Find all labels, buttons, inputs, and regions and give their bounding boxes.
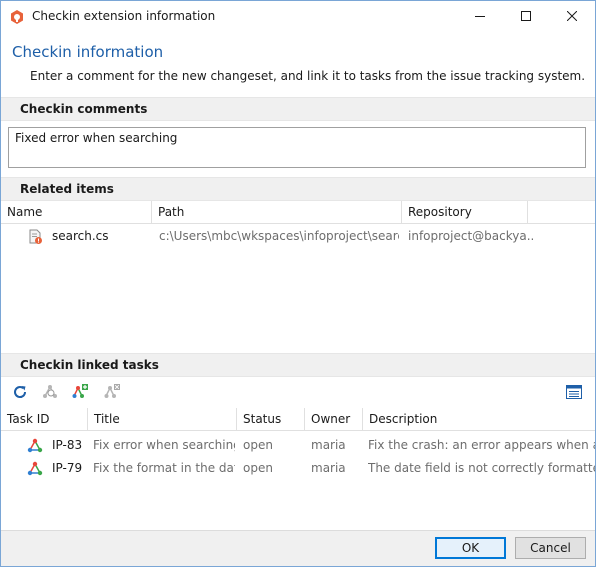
changed-file-icon [28, 229, 44, 248]
task-icon [27, 438, 43, 457]
task-status: open [243, 461, 273, 475]
dialog-footer: OK Cancel [1, 530, 595, 566]
add-task-button[interactable] [69, 381, 91, 403]
task-id: IP-83 [52, 438, 83, 452]
app-logo-icon [11, 10, 23, 24]
close-button[interactable] [549, 1, 595, 31]
comments-section-header: Checkin comments [1, 97, 595, 121]
task-title: Fix error when searching ... [93, 438, 235, 452]
task-title: Fix the format in the date... [93, 461, 235, 475]
maximize-icon [521, 11, 531, 21]
task-row[interactable]: IP-83 Fix error when searching ... open … [1, 434, 595, 457]
maximize-button[interactable] [503, 1, 549, 31]
related-table-header: Name Path Repository [1, 201, 595, 224]
find-task-icon [43, 385, 57, 398]
add-task-icon [72, 384, 88, 398]
close-icon [567, 11, 577, 21]
columns-button[interactable] [563, 381, 585, 403]
related-section-label: Related items [20, 182, 114, 196]
page-subtitle: Enter a comment for the new changeset, a… [30, 69, 586, 83]
task-row[interactable]: IP-79 Fix the format in the date... open… [1, 457, 595, 480]
column-header-path[interactable]: Path [152, 201, 402, 223]
dialog-window: Checkin extension information Checkin in… [0, 0, 596, 567]
refresh-button[interactable] [9, 381, 31, 403]
related-section-header: Related items [1, 177, 595, 201]
file-name: search.cs [52, 229, 109, 243]
task-description: Fix the crash: an error appears when a u… [368, 438, 595, 452]
column-header-task-id[interactable]: Task ID [1, 408, 88, 430]
ok-button[interactable]: OK [435, 537, 506, 559]
find-task-button[interactable] [39, 381, 61, 403]
file-path: c:\Users\mbc\wkspaces\infoproject\search [159, 229, 399, 243]
remove-task-icon [104, 384, 120, 398]
minimize-button[interactable] [457, 1, 503, 31]
refresh-icon [14, 386, 27, 398]
related-row[interactable]: search.cs c:\Users\mbc\wkspaces\infoproj… [1, 225, 595, 248]
column-header-owner[interactable]: Owner [305, 408, 363, 430]
comment-input[interactable]: Fixed error when searching [8, 127, 586, 168]
cancel-button[interactable]: Cancel [515, 537, 586, 559]
column-header-title[interactable]: Title [88, 408, 237, 430]
title-bar[interactable]: Checkin extension information [1, 1, 595, 31]
task-owner: maria [311, 438, 346, 452]
remove-task-button[interactable] [101, 381, 123, 403]
tasks-section-header: Checkin linked tasks [1, 353, 595, 377]
file-repository: infoproject@backya... [408, 229, 533, 243]
task-status: open [243, 438, 273, 452]
column-header-status[interactable]: Status [237, 408, 305, 430]
comments-section-label: Checkin comments [20, 102, 148, 116]
minimize-icon [475, 16, 485, 17]
tasks-section-label: Checkin linked tasks [20, 358, 159, 372]
task-description: The date field is not correctly formatte… [368, 461, 595, 475]
task-icon [27, 461, 43, 480]
column-header-description[interactable]: Description [363, 408, 595, 430]
column-header-name[interactable]: Name [1, 201, 152, 223]
window-title: Checkin extension information [32, 9, 216, 23]
tasks-table-header: Task ID Title Status Owner Description [1, 408, 595, 431]
page-title: Checkin information [12, 43, 164, 61]
columns-icon [566, 385, 582, 399]
task-owner: maria [311, 461, 346, 475]
column-header-repository[interactable]: Repository [402, 201, 528, 223]
tasks-toolbar [1, 377, 595, 407]
task-id: IP-79 [52, 461, 83, 475]
